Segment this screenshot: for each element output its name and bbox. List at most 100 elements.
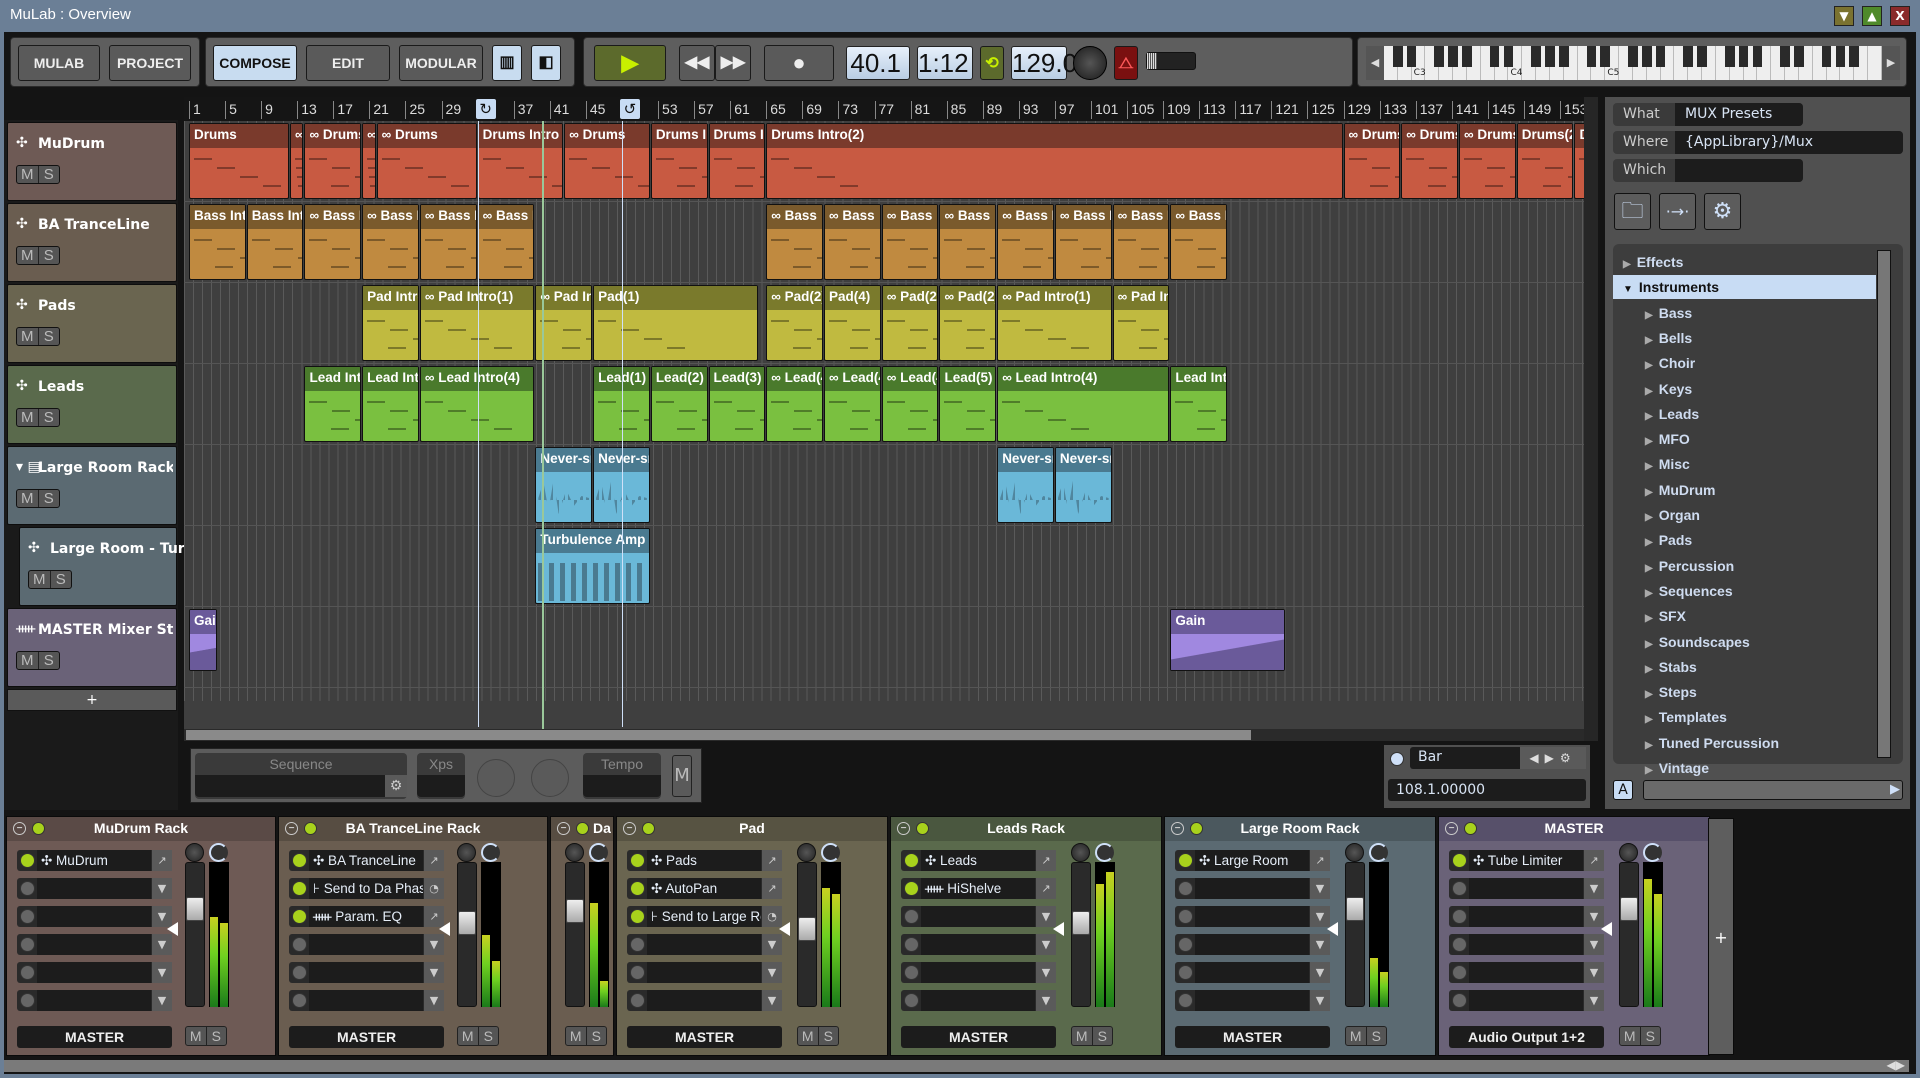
- mute-button[interactable]: M: [17, 166, 39, 183]
- tree-item[interactable]: ▶ Sequences: [1613, 579, 1733, 603]
- time-display[interactable]: 1:12: [917, 46, 973, 80]
- record-button[interactable]: ●: [764, 45, 834, 81]
- sequence-knob-1[interactable]: [477, 759, 515, 797]
- fx-slot[interactable]: ᚔ Param. EQ ↗: [289, 906, 444, 927]
- fx-slot[interactable]: ✣ Tube Limiter ↗: [1449, 850, 1604, 871]
- tree-item[interactable]: ▶ Percussion: [1613, 554, 1734, 578]
- power-toggle[interactable]: [904, 909, 919, 924]
- collapsed-icon[interactable]: ▶: [1645, 740, 1653, 751]
- fx-slot[interactable]: ▼: [17, 878, 172, 899]
- track-header[interactable]: ✣ MuDrum M S: [7, 122, 177, 201]
- clip[interactable]: ∞: [362, 123, 376, 199]
- power-toggle[interactable]: [20, 853, 35, 868]
- xps-field[interactable]: [417, 775, 465, 797]
- pan-knob[interactable]: [1095, 843, 1114, 862]
- black-key[interactable]: [1641, 46, 1652, 67]
- piano-keyboard[interactable]: C3 C4 C5: [1384, 46, 1882, 80]
- fx-slot[interactable]: ✣ MuDrum ↗: [17, 850, 172, 871]
- clip[interactable]: Lead Intro: [304, 366, 362, 442]
- dropdown-icon[interactable]: ▼: [762, 962, 782, 983]
- black-key[interactable]: [1780, 46, 1790, 67]
- forward-button[interactable]: ▶▶: [715, 45, 751, 81]
- power-toggle[interactable]: [20, 881, 35, 896]
- pan-knob[interactable]: [821, 843, 840, 862]
- solo-button[interactable]: S: [819, 1027, 839, 1045]
- fx-slot[interactable]: ▼: [289, 934, 444, 955]
- clip[interactable]: Never-src: [1054, 447, 1112, 523]
- clip[interactable]: Never-src: [997, 447, 1054, 523]
- clip[interactable]: ∞ Pad(2): [881, 285, 939, 361]
- collapsed-icon[interactable]: ▶: [1645, 588, 1653, 599]
- a-button[interactable]: A: [1613, 780, 1633, 800]
- fx-slot[interactable]: ▼: [1175, 934, 1330, 955]
- tree-item[interactable]: ▶ Pads: [1613, 528, 1692, 552]
- power-toggle[interactable]: [292, 881, 307, 896]
- collapsed-icon[interactable]: ▶: [1645, 689, 1653, 700]
- black-key[interactable]: [1724, 46, 1735, 67]
- collapsed-icon[interactable]: ▶: [1623, 259, 1631, 270]
- clip[interactable]: Never-src: [535, 447, 593, 523]
- dropdown-icon[interactable]: ▼: [424, 934, 444, 955]
- power-toggle[interactable]: [292, 909, 307, 924]
- collapsed-icon[interactable]: ▶: [1645, 386, 1653, 397]
- clip[interactable]: Drums: [189, 123, 290, 199]
- dropdown-icon[interactable]: ▼: [424, 990, 444, 1011]
- power-icon[interactable]: [304, 822, 317, 835]
- power-toggle[interactable]: [1452, 965, 1467, 980]
- clip[interactable]: ∞ Bass In: [1170, 204, 1228, 280]
- fx-slot[interactable]: ▼: [901, 962, 1056, 983]
- clip[interactable]: ∞ Drums: [376, 123, 477, 199]
- black-key[interactable]: [1392, 46, 1403, 67]
- send-knob-icon[interactable]: ◔: [424, 878, 444, 899]
- expanded-icon[interactable]: ▼: [1623, 284, 1633, 295]
- open-folder-button[interactable]: 🗀: [1614, 193, 1651, 230]
- close-button[interactable]: X: [1890, 6, 1910, 26]
- fx-slot[interactable]: ✣ Large Room ↗: [1175, 850, 1330, 871]
- loop-start-marker[interactable]: ↻: [475, 99, 496, 119]
- solo-button[interactable]: S: [1367, 1027, 1387, 1045]
- power-toggle[interactable]: [20, 965, 35, 980]
- dropdown-icon[interactable]: ▼: [1310, 990, 1330, 1011]
- fx-slot[interactable]: ✣ Leads ↗: [901, 850, 1056, 871]
- power-toggle[interactable]: [20, 909, 35, 924]
- clip[interactable]: ∞ Bass In: [1112, 204, 1170, 280]
- add-track-button[interactable]: +: [7, 689, 177, 711]
- power-toggle[interactable]: [20, 993, 35, 1008]
- power-icon[interactable]: [642, 822, 655, 835]
- clip[interactable]: Lead(2): [650, 366, 708, 442]
- power-icon[interactable]: [916, 822, 929, 835]
- collapse-icon[interactable]: −: [13, 822, 26, 835]
- power-icon[interactable]: [1190, 822, 1203, 835]
- keyboard-scroll-right[interactable]: ▶: [1882, 46, 1900, 80]
- collapsed-icon[interactable]: ▶: [1645, 537, 1653, 548]
- tempo-display[interactable]: 129.0: [1011, 46, 1077, 80]
- black-key[interactable]: [1794, 46, 1804, 67]
- black-key[interactable]: [1600, 46, 1611, 67]
- clip[interactable]: ∞ Pad Int: [1112, 285, 1170, 361]
- collapse-icon[interactable]: −: [1445, 822, 1458, 835]
- fader-cap[interactable]: [798, 917, 816, 941]
- collapsed-icon[interactable]: ▶: [1645, 461, 1653, 472]
- power-toggle[interactable]: [1178, 965, 1193, 980]
- solo-button[interactable]: S: [39, 328, 60, 345]
- dropdown-icon[interactable]: ▼: [762, 990, 782, 1011]
- mixer-scrollbar[interactable]: ◀▶: [4, 1058, 1909, 1072]
- black-key[interactable]: [1489, 46, 1500, 67]
- rewind-button[interactable]: ◀◀: [679, 45, 715, 81]
- fx-slot[interactable]: ▼: [1175, 990, 1330, 1011]
- clip[interactable]: ∞ Drums(: [1343, 123, 1401, 199]
- fx-slot[interactable]: ▼: [1449, 906, 1604, 927]
- solo-button[interactable]: S: [1093, 1027, 1113, 1045]
- fx-slot[interactable]: ▼: [901, 906, 1056, 927]
- clip[interactable]: ∞ Lead(4: [824, 366, 881, 442]
- dropdown-icon[interactable]: ▼: [152, 934, 172, 955]
- power-toggle[interactable]: [630, 937, 645, 952]
- mute-button[interactable]: M: [17, 409, 39, 426]
- maximize-button[interactable]: ▲: [1862, 6, 1882, 26]
- open-editor-icon[interactable]: ↗: [424, 850, 444, 871]
- clip[interactable]: ∞ Bass In: [362, 204, 419, 280]
- power-toggle[interactable]: [630, 965, 645, 980]
- clip[interactable]: Turbulence Amp: [535, 528, 650, 604]
- clip[interactable]: ∞ Drums(: [1401, 123, 1458, 199]
- power-icon[interactable]: [576, 822, 589, 835]
